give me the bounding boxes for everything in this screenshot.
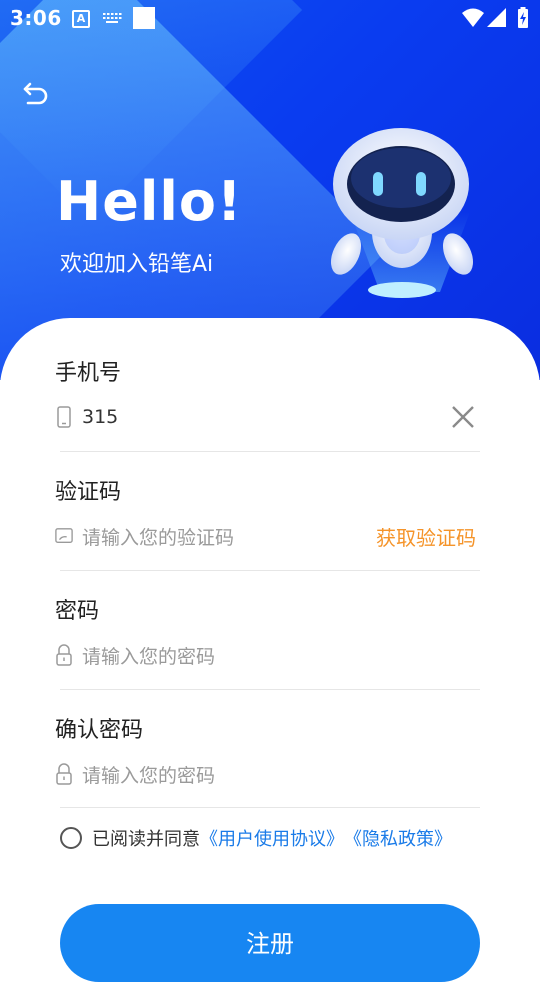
confirm-password-field[interactable]: 请输入您的密码 — [55, 754, 480, 794]
signal-icon — [487, 8, 506, 27]
back-icon[interactable] — [22, 78, 50, 106]
keyboard-icon — [103, 13, 122, 23]
code-divider — [60, 570, 480, 571]
register-button-label: 注册 — [246, 930, 294, 958]
hello-title: Hello! — [56, 170, 243, 233]
phone-label: 手机号 — [55, 361, 122, 386]
welcome-subtitle: 欢迎加入铅笔Ai — [60, 252, 214, 277]
phone-divider — [60, 451, 480, 452]
message-icon — [55, 525, 73, 547]
confirm-password-input[interactable]: 请输入您的密码 — [82, 761, 215, 788]
confirm-password-label: 确认密码 — [55, 718, 144, 743]
phone-field[interactable]: 315 — [55, 397, 480, 437]
robot-mascot-icon — [330, 128, 474, 298]
code-field[interactable]: 请输入您的验证码 — [55, 516, 355, 556]
status-time: 3:06 — [10, 6, 62, 30]
password-field[interactable]: 请输入您的密码 — [55, 635, 480, 675]
status-bar: 3:06 A — [0, 0, 540, 36]
agree-checkbox[interactable] — [60, 827, 82, 849]
battery-icon — [518, 7, 528, 28]
password-input[interactable]: 请输入您的密码 — [82, 642, 215, 669]
privacy-policy-link[interactable]: 《隐私政策》 — [344, 825, 452, 851]
clear-icon[interactable] — [450, 404, 476, 430]
code-label: 验证码 — [55, 480, 122, 505]
get-code-button[interactable]: 获取验证码 — [376, 522, 476, 551]
agreement-row: 已阅读并同意 《用户使用协议》 《隐私政策》 — [60, 825, 452, 851]
wifi-icon — [462, 8, 484, 27]
a-notification-icon: A — [72, 10, 90, 28]
lock-icon — [55, 763, 73, 785]
lock-icon — [55, 644, 73, 666]
password-label: 密码 — [55, 599, 100, 624]
agreement-text: 已阅读并同意 — [92, 829, 200, 850]
register-button[interactable]: 注册 — [60, 904, 480, 982]
code-input[interactable]: 请输入您的验证码 — [82, 523, 234, 550]
square-notification-icon — [133, 7, 155, 29]
phone-icon — [55, 406, 73, 428]
confirm-divider — [60, 807, 480, 808]
user-agreement-link[interactable]: 《用户使用协议》 — [200, 825, 344, 851]
password-divider — [60, 689, 480, 690]
phone-input[interactable]: 315 — [82, 406, 118, 428]
